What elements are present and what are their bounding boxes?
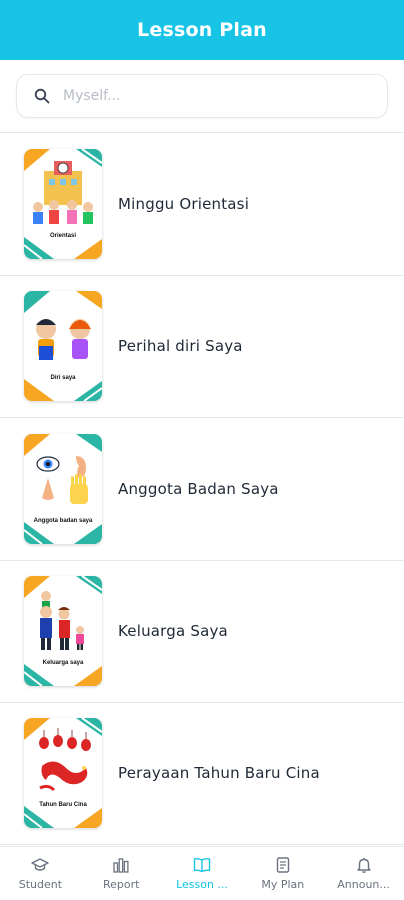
tab-my-plan[interactable]: My Plan — [242, 847, 323, 900]
list-item[interactable]: Keluarga saya Keluarga Saya — [0, 559, 404, 703]
thumbnail-label: Anggota badan saya — [33, 517, 93, 524]
bottom-tab-bar: Student Report Lesson ... My Plan Announ… — [0, 846, 404, 900]
list-item[interactable]: Diri saya Perihal diri Saya — [0, 274, 404, 418]
lesson-title: Perayaan Tahun Baru Cina — [118, 764, 320, 783]
thumbnail-label: Keluarga saya — [42, 660, 84, 667]
search-icon — [33, 87, 51, 105]
thumbnail-label: Diri saya — [50, 375, 76, 382]
bar-chart-icon — [112, 856, 130, 874]
lesson-list: Orientasi Minggu Orientasi Diri saya Per… — [0, 132, 404, 845]
page-title: Lesson Plan — [137, 19, 267, 41]
lesson-thumbnail: Keluarga saya — [24, 576, 102, 687]
tab-label: Report — [102, 878, 140, 891]
tab-label: Announ... — [337, 878, 390, 891]
search-box[interactable] — [16, 74, 388, 118]
lesson-title: Minggu Orientasi — [118, 194, 250, 213]
tab-label: Lesson ... — [176, 878, 228, 891]
search-input[interactable] — [63, 81, 343, 111]
lesson-thumbnail: Diri saya — [24, 291, 102, 402]
open-book-icon — [193, 856, 211, 874]
lesson-thumbnail: Tahun Baru Cina — [24, 718, 102, 829]
tab-report[interactable]: Report — [81, 847, 162, 900]
list-item[interactable]: Tahun Baru Cina Perayaan Tahun Baru Cina — [0, 702, 404, 845]
lesson-thumbnail: Anggota badan saya — [24, 433, 102, 544]
bell-icon — [355, 856, 373, 874]
thumbnail-label: Orientasi — [49, 232, 76, 239]
thumbnail-label: Tahun Baru Cina — [39, 802, 87, 809]
graduation-cap-icon — [31, 856, 50, 874]
list-item[interactable]: Orientasi Minggu Orientasi — [0, 132, 404, 275]
tab-label: My Plan — [261, 878, 305, 891]
lesson-title: Anggota Badan Saya — [118, 479, 279, 498]
document-icon — [274, 856, 292, 874]
tab-label: Student — [18, 878, 63, 891]
tab-lesson-plan[interactable]: Lesson ... — [162, 847, 243, 900]
lesson-thumbnail: Orientasi — [24, 148, 102, 259]
app-header: Lesson Plan — [0, 0, 404, 60]
tab-student[interactable]: Student — [0, 847, 81, 900]
lesson-title: Keluarga Saya — [118, 622, 228, 641]
tab-announcements[interactable]: Announ... — [323, 847, 404, 900]
search-bar — [16, 74, 388, 118]
list-item[interactable]: Anggota badan saya Anggota Badan Saya — [0, 417, 404, 560]
lesson-title: Perihal diri Saya — [118, 337, 243, 356]
